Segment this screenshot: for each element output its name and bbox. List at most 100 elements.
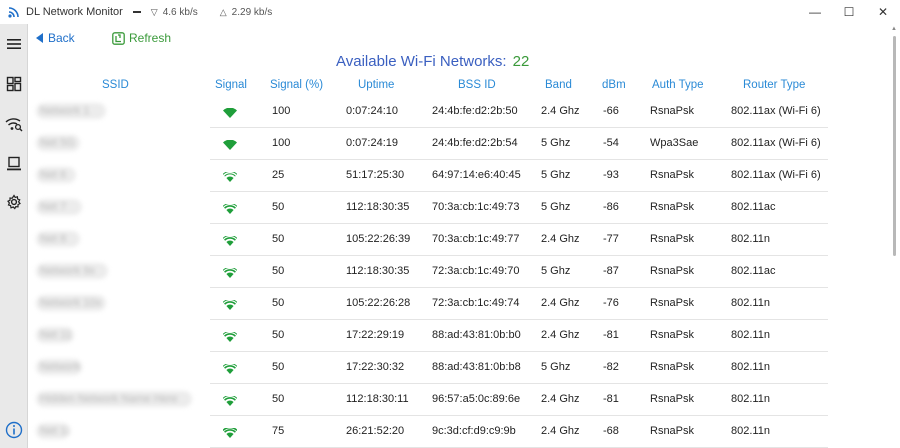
dbm-cell: -93 <box>603 169 619 181</box>
close-button[interactable]: ✕ <box>866 0 900 24</box>
auth-type-cell: RsnaPsk <box>650 169 695 181</box>
refresh-icon <box>112 31 125 45</box>
table-header: SSID Signal Signal (%) Uptime BSS ID Ban… <box>32 76 832 96</box>
bssid-cell: 24:4b:fe:d2:2b:54 <box>432 137 518 149</box>
sidebar <box>0 24 28 448</box>
upload-speed-value: 2.29 kb/s <box>231 6 273 18</box>
column-header-signal[interactable]: Signal <box>215 79 247 91</box>
column-header-bssid[interactable]: BSS ID <box>458 79 496 91</box>
column-header-dbm[interactable]: dBm <box>602 79 626 91</box>
bssid-cell: 88:ad:43:81:0b:b8 <box>432 361 521 373</box>
uptime-cell: 105:22:26:39 <box>346 233 411 245</box>
signal-percent-cell: 50 <box>272 201 285 213</box>
column-header-ssid[interactable]: SSID <box>102 79 129 91</box>
scrollbar-thumb[interactable] <box>893 36 896 256</box>
auth-type-cell: RsnaPsk <box>650 233 695 245</box>
title-separator <box>132 11 141 13</box>
uptime-cell: 51:17:25:30 <box>346 169 405 181</box>
down-arrow-icon: ▽ <box>150 6 158 17</box>
app-title: DL Network Monitor <box>26 6 123 18</box>
band-cell: 2.4 Ghz <box>541 393 580 405</box>
router-type-cell: 802.11n <box>731 361 770 373</box>
networks-heading-label: Available Wi-Fi Networks: <box>336 53 507 70</box>
band-cell: 5 Ghz <box>541 137 571 149</box>
router-type-cell: 802.11ac <box>731 265 776 277</box>
column-header-auth-type[interactable]: Auth Type <box>652 79 704 91</box>
table-row[interactable]: Net 5G 100 0:07:24:19 24:4b:fe:d2:2b:54 5 Gh… <box>32 128 832 160</box>
back-button[interactable]: Back <box>36 31 75 45</box>
ssid-cell: Net 11 <box>36 327 74 343</box>
back-arrow-icon <box>36 33 43 43</box>
minimize-button[interactable]: — <box>798 0 832 24</box>
table-row[interactable]: Network 9x 50 112:18:30:35 72:3a:cb:1c:49:7… <box>32 256 832 288</box>
signal-percent-cell: 100 <box>272 105 291 117</box>
menu-icon[interactable] <box>4 34 24 54</box>
auth-type-cell: RsnaPsk <box>650 265 695 277</box>
table-row[interactable]: Network 50 17:22:30:32 88:ad:43:81:0b:b8 5 G… <box>32 352 832 384</box>
table-row[interactable]: Net 13 75 26:21:52:20 9c:3d:cf:d9:c9:9b 2.4 … <box>32 416 832 448</box>
info-icon[interactable] <box>4 420 24 440</box>
gear-icon[interactable] <box>4 192 24 212</box>
column-header-band[interactable]: Band <box>545 79 572 91</box>
bssid-cell: 24:4b:fe:d2:2b:50 <box>432 105 518 117</box>
dbm-cell: -68 <box>603 425 619 437</box>
auth-type-cell: RsnaPsk <box>650 361 695 373</box>
wifi-signal-icon <box>223 332 237 342</box>
dashboard-icon[interactable] <box>4 74 24 94</box>
table-row[interactable]: Network 10x 50 105:22:26:28 72:3a:cb:1c:49:… <box>32 288 832 320</box>
bssid-cell: 9c:3d:cf:d9:c9:9b <box>432 425 516 437</box>
band-cell: 5 Ghz <box>541 169 571 181</box>
wifi-signal-icon <box>223 172 237 182</box>
router-type-cell: 802.11ax (Wi-Fi 6) <box>731 105 821 117</box>
band-cell: 5 Ghz <box>541 361 571 373</box>
refresh-button[interactable]: Refresh <box>112 31 171 45</box>
table-row[interactable]: Net 6 25 51:17:25:30 64:97:14:e6:40:45 5 Ghz… <box>32 160 832 192</box>
router-type-cell: 802.11n <box>731 233 770 245</box>
upload-speed: △ 2.29 kb/s <box>220 7 273 18</box>
signal-percent-cell: 50 <box>272 393 285 405</box>
networks-table: SSID Signal Signal (%) Uptime BSS ID Ban… <box>32 76 832 448</box>
auth-type-cell: RsnaPsk <box>650 201 695 213</box>
auth-type-cell: RsnaPsk <box>650 393 695 405</box>
maximize-button[interactable]: ☐ <box>832 0 866 24</box>
wifi-search-icon[interactable] <box>4 114 24 134</box>
ssid-cell: Network <box>36 359 82 375</box>
table-row[interactable]: Net 7 50 112:18:30:35 70:3a:cb:1c:49:73 5 Gh… <box>32 192 832 224</box>
scroll-up-arrow-icon[interactable]: ▲ <box>891 26 897 32</box>
uptime-cell: 26:21:52:20 <box>346 425 405 437</box>
ssid-cell: Network 1 <box>36 103 106 119</box>
window-controls: — ☐ ✕ <box>798 0 900 24</box>
back-label: Back <box>48 31 75 45</box>
band-cell: 5 Ghz <box>541 265 571 277</box>
signal-percent-cell: 75 <box>272 425 285 437</box>
table-row[interactable]: Hidden Network Name Here 50 112:18:30:11 96… <box>32 384 832 416</box>
table-row[interactable]: Net 11 50 17:22:29:19 88:ad:43:81:0b:b0 2.4 … <box>32 320 832 352</box>
band-cell: 2.4 Ghz <box>541 105 580 117</box>
wifi-signal-icon <box>223 204 237 214</box>
dbm-cell: -86 <box>603 201 619 213</box>
column-header-uptime[interactable]: Uptime <box>358 79 394 91</box>
router-type-cell: 802.11n <box>731 393 770 405</box>
signal-percent-cell: 25 <box>272 169 285 181</box>
column-header-router-type[interactable]: Router Type <box>743 79 805 91</box>
ssid-cell: Net 7 <box>36 199 82 215</box>
auth-type-cell: RsnaPsk <box>650 105 695 117</box>
bssid-cell: 72:3a:cb:1c:49:70 <box>432 265 520 277</box>
app-logo-icon <box>8 7 19 18</box>
dbm-cell: -82 <box>603 361 619 373</box>
wifi-signal-icon <box>223 364 237 374</box>
wifi-signal-icon <box>223 300 237 310</box>
uptime-cell: 112:18:30:35 <box>346 265 410 277</box>
table-row[interactable]: Network 1 100 0:07:24:10 24:4b:fe:d2:2b:50 2… <box>32 96 832 128</box>
dbm-cell: -81 <box>603 329 619 341</box>
band-cell: 2.4 Ghz <box>541 297 580 309</box>
ssid-cell: Net 8 <box>36 231 80 247</box>
column-header-signal-pct[interactable]: Signal (%) <box>270 79 323 91</box>
computer-icon[interactable] <box>4 154 24 174</box>
wifi-signal-icon <box>223 140 237 150</box>
ssid-cell: Network 10x <box>36 295 106 311</box>
ssid-cell: Net 13 <box>36 423 70 439</box>
wifi-signal-icon <box>223 268 237 278</box>
table-row[interactable]: Net 8 50 105:22:26:39 70:3a:cb:1c:49:77 2.4 … <box>32 224 832 256</box>
bssid-cell: 88:ad:43:81:0b:b0 <box>432 329 521 341</box>
